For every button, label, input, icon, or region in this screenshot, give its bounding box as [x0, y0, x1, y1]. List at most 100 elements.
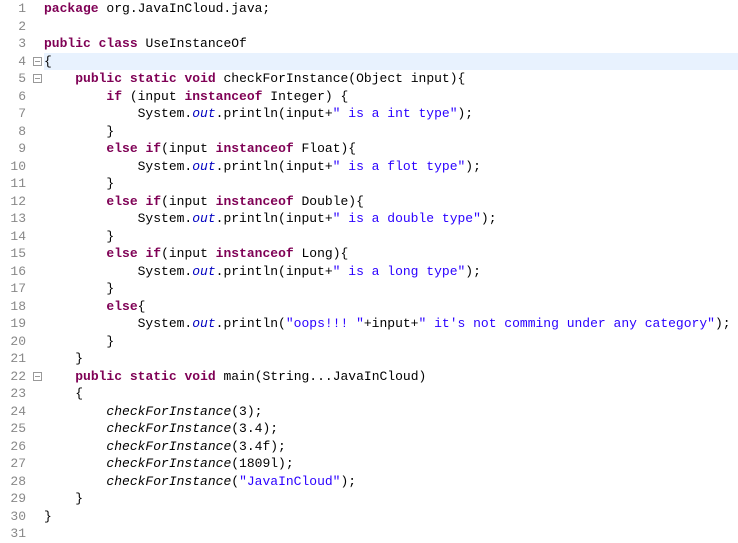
code-editor[interactable]: 1234567891011121314151617181920212223242…	[0, 0, 738, 543]
code-line[interactable]: System.out.println("oops!!! "+input+" it…	[44, 315, 738, 333]
code-line[interactable]	[44, 525, 738, 543]
code-line[interactable]	[44, 18, 738, 36]
line-number: 18	[0, 298, 26, 316]
marker-empty	[30, 123, 44, 141]
code-token: System.	[138, 264, 193, 279]
line-number: 30	[0, 508, 26, 526]
code-token: }	[75, 491, 83, 506]
code-line[interactable]: }	[44, 175, 738, 193]
code-line[interactable]: else{	[44, 298, 738, 316]
fold-toggle[interactable]	[30, 368, 44, 386]
marker-empty	[30, 88, 44, 106]
code-line[interactable]: checkForInstance(3.4);	[44, 420, 738, 438]
line-number: 6	[0, 88, 26, 106]
code-line[interactable]: }	[44, 123, 738, 141]
code-token: (3.4);	[231, 421, 278, 436]
marker-empty	[30, 403, 44, 421]
code-token: System.	[138, 159, 193, 174]
indent	[44, 194, 106, 209]
code-line[interactable]: package org.JavaInCloud.java;	[44, 0, 738, 18]
code-line[interactable]: }	[44, 280, 738, 298]
code-token: if	[106, 89, 122, 104]
fold-toggle[interactable]	[30, 53, 44, 71]
indent	[44, 264, 138, 279]
fold-minus-icon[interactable]	[33, 74, 42, 83]
code-token: "JavaInCloud"	[239, 474, 340, 489]
marker-empty	[30, 210, 44, 228]
fold-minus-icon[interactable]	[33, 57, 42, 66]
code-line[interactable]: else if(input instanceof Float){	[44, 140, 738, 158]
code-token: void	[184, 369, 215, 384]
code-token: public	[44, 36, 91, 51]
code-token: );	[458, 106, 474, 121]
code-token	[122, 71, 130, 86]
code-token: }	[106, 281, 114, 296]
indent	[44, 351, 75, 366]
code-token: instanceof	[184, 89, 262, 104]
code-line[interactable]: if (input instanceof Integer) {	[44, 88, 738, 106]
code-token: Long){	[294, 246, 349, 261]
marker-empty	[30, 140, 44, 158]
code-line[interactable]: System.out.println(input+" is a double t…	[44, 210, 738, 228]
indent	[44, 299, 106, 314]
code-token: {	[138, 299, 146, 314]
code-line[interactable]: }	[44, 228, 738, 246]
indent	[44, 474, 106, 489]
code-line[interactable]: }	[44, 350, 738, 368]
line-number: 15	[0, 245, 26, 263]
line-number: 11	[0, 175, 26, 193]
code-token: instanceof	[216, 246, 294, 261]
code-token: (1809l);	[231, 456, 293, 471]
code-token: out	[192, 211, 215, 226]
line-number: 28	[0, 473, 26, 491]
code-token: Float){	[294, 141, 356, 156]
fold-toggle[interactable]	[30, 70, 44, 88]
code-line[interactable]: checkForInstance(1809l);	[44, 455, 738, 473]
code-token: out	[192, 159, 215, 174]
fold-minus-icon[interactable]	[33, 372, 42, 381]
code-token: (3);	[231, 404, 262, 419]
marker-empty	[30, 420, 44, 438]
line-number: 5	[0, 70, 26, 88]
code-line[interactable]: public class UseInstanceOf	[44, 35, 738, 53]
code-line[interactable]: else if(input instanceof Long){	[44, 245, 738, 263]
code-token: .println(input+	[216, 106, 333, 121]
indent	[44, 439, 106, 454]
code-line[interactable]: }	[44, 508, 738, 526]
indent	[44, 176, 106, 191]
code-area[interactable]: package org.JavaInCloud.java; public clas…	[44, 0, 738, 543]
code-line[interactable]: public static void main(String...JavaInC…	[44, 368, 738, 386]
code-token: package	[44, 1, 99, 16]
indent	[44, 316, 138, 331]
code-token: }	[44, 509, 52, 524]
code-line[interactable]: System.out.println(input+" is a long typ…	[44, 263, 738, 281]
code-line[interactable]: System.out.println(input+" is a flot typ…	[44, 158, 738, 176]
code-token: if	[145, 246, 161, 261]
code-line[interactable]: }	[44, 490, 738, 508]
code-line[interactable]: checkForInstance("JavaInCloud");	[44, 473, 738, 491]
code-token: " is a long type"	[333, 264, 466, 279]
code-token: checkForInstance	[106, 421, 231, 436]
code-token: UseInstanceOf	[138, 36, 247, 51]
line-number: 2	[0, 18, 26, 36]
line-number: 14	[0, 228, 26, 246]
code-line[interactable]: }	[44, 333, 738, 351]
line-number: 3	[0, 35, 26, 53]
code-line[interactable]: checkForInstance(3);	[44, 403, 738, 421]
code-token	[91, 36, 99, 51]
marker-empty	[30, 315, 44, 333]
code-line[interactable]: {	[44, 385, 738, 403]
code-line[interactable]: {	[44, 53, 738, 71]
indent	[44, 491, 75, 506]
code-line[interactable]: checkForInstance(3.4f);	[44, 438, 738, 456]
code-token: checkForInstance	[106, 474, 231, 489]
code-token: }	[106, 124, 114, 139]
code-token: else	[106, 141, 137, 156]
code-token: (input	[161, 194, 216, 209]
code-line[interactable]: else if(input instanceof Double){	[44, 193, 738, 211]
code-line[interactable]: System.out.println(input+" is a int type…	[44, 105, 738, 123]
marker-empty	[30, 263, 44, 281]
indent	[44, 404, 106, 419]
code-line[interactable]: public static void checkForInstance(Obje…	[44, 70, 738, 88]
code-token: static	[130, 71, 177, 86]
